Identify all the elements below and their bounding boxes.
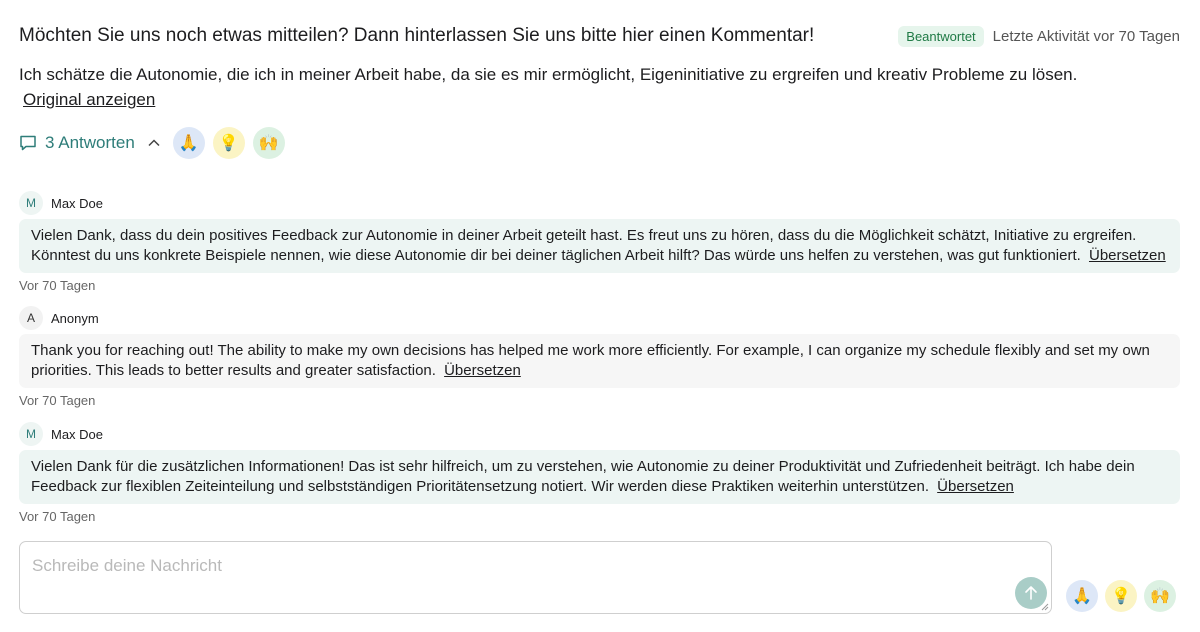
message-item: M Max Doe Vielen Dank für die zusätzlich… (19, 422, 1180, 525)
author-row: M Max Doe (19, 422, 1180, 446)
message-item: M Max Doe Vielen Dank, dass du dein posi… (19, 191, 1180, 294)
arrow-up-icon (1025, 586, 1037, 600)
composer-reaction-praise-button[interactable]: 🙌 (1144, 580, 1176, 612)
avatar: M (19, 191, 43, 215)
last-activity: Letzte Aktivität vor 70 Tagen (992, 27, 1180, 45)
message-text: Vielen Dank, dass du dein positives Feed… (31, 227, 1137, 264)
author-row: A Anonym (19, 306, 1180, 330)
message-text: Thank you for reaching out! The ability … (31, 342, 1150, 379)
reaction-idea-button[interactable]: 💡 (212, 126, 245, 159)
resize-handle-icon[interactable] (1041, 603, 1049, 611)
composer-reaction-pray-button[interactable]: 🙏 (1066, 580, 1098, 612)
composer-reactions: 🙏 💡 🙌 (1066, 580, 1183, 612)
replies-bar: 3 Antworten 🙏 💡 🙌 (19, 126, 293, 159)
answer-text: Ich schätze die Autonomie, die ich in me… (19, 65, 1078, 84)
message-item: A Anonym Thank you for reaching out! The… (19, 306, 1180, 409)
replies-toggle-button[interactable]: 3 Antworten (19, 133, 135, 153)
message-bubble: Thank you for reaching out! The ability … (19, 334, 1180, 388)
chevron-up-icon[interactable] (147, 136, 161, 150)
message-bubble: Vielen Dank für die zusätzlichen Informa… (19, 450, 1180, 504)
author-name: Anonym (51, 310, 99, 326)
replies-count-label: 3 Antworten (45, 132, 135, 152)
translate-link[interactable]: Übersetzen (1089, 247, 1166, 264)
avatar: A (19, 306, 43, 330)
translate-link[interactable]: Übersetzen (937, 478, 1014, 495)
author-name: Max Doe (51, 195, 104, 211)
translate-link[interactable]: Übersetzen (444, 362, 521, 379)
status-badge: Beantwortet (898, 25, 984, 47)
show-original-link[interactable]: Original anzeigen (23, 87, 155, 112)
reaction-praise-button[interactable]: 🙌 (252, 126, 285, 159)
composer-reaction-idea-button[interactable]: 💡 (1105, 580, 1137, 612)
message-input[interactable] (20, 542, 1051, 613)
author-name: Max Doe (51, 426, 104, 442)
message-timestamp: Vor 70 Tagen (19, 278, 96, 293)
conversation-panel: Möchten Sie uns noch etwas mitteilen? Da… (19, 0, 1180, 632)
comment-icon (20, 135, 36, 150)
message-composer (19, 541, 1052, 614)
question-title: Möchten Sie uns noch etwas mitteilen? Da… (19, 25, 815, 46)
question-header: Möchten Sie uns noch etwas mitteilen? Da… (19, 20, 1180, 52)
avatar: M (19, 422, 43, 446)
message-timestamp: Vor 70 Tagen (19, 393, 96, 408)
message-timestamp: Vor 70 Tagen (19, 509, 96, 524)
author-row: M Max Doe (19, 191, 1180, 215)
message-bubble: Vielen Dank, dass du dein positives Feed… (19, 219, 1180, 273)
reaction-pray-button[interactable]: 🙏 (172, 126, 205, 159)
